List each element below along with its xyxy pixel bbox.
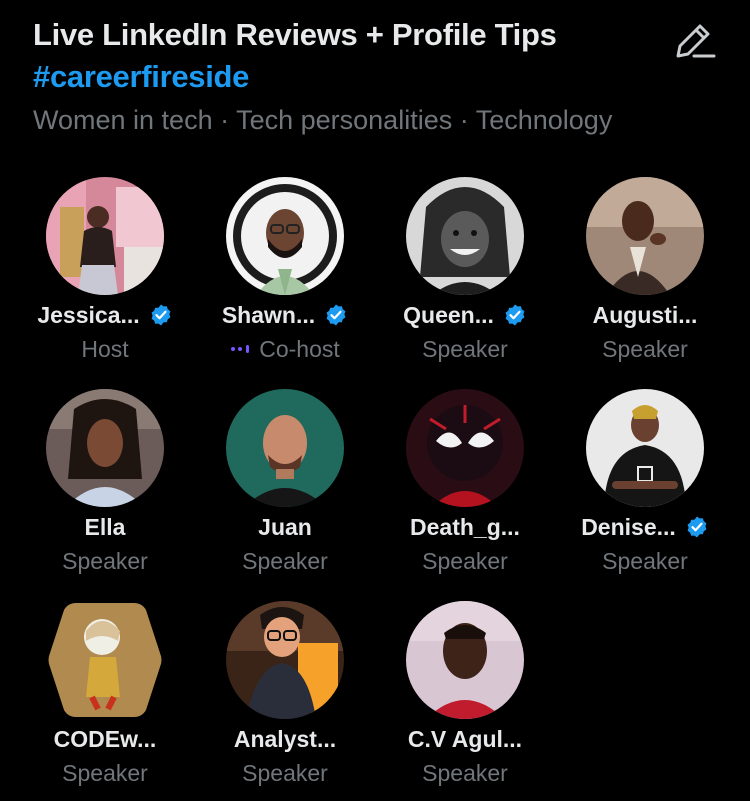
participant-10[interactable]: Analyst... Speaker	[195, 601, 375, 801]
participant-3[interactable]: Queen... Speaker	[375, 177, 555, 377]
participant-name: CODEw...	[53, 725, 157, 752]
avatar	[226, 389, 344, 507]
participant-role: Speaker	[422, 759, 508, 786]
participant-name: Queen...	[403, 301, 494, 328]
participant-2[interactable]: Shawn... Co-host	[195, 177, 375, 377]
participant-role: Speaker	[242, 547, 328, 574]
participant-9[interactable]: CODEw... Speaker	[15, 601, 195, 801]
participant-role: Speaker	[62, 759, 148, 786]
participant-role: Speaker	[602, 547, 688, 574]
participant-name: Shawn...	[221, 301, 316, 328]
participant-name: Death_g...	[410, 513, 520, 540]
participant-role: Speaker	[602, 335, 688, 362]
participant-name: C.V Agul...	[407, 725, 523, 752]
participant-role: Co-host	[259, 335, 340, 362]
verified-badge-icon	[505, 304, 525, 326]
participant-6[interactable]: Juan Speaker	[195, 389, 375, 589]
participant-1[interactable]: Jessica... Host	[15, 177, 195, 377]
avatar	[406, 601, 524, 719]
participant-role: Speaker	[242, 759, 328, 786]
participant-role: Speaker	[422, 547, 508, 574]
avatar	[46, 389, 164, 507]
participant-11[interactable]: C.V Agul... Speaker	[375, 601, 555, 801]
participant-name: Ella	[84, 513, 126, 540]
avatar	[586, 389, 704, 507]
participants-grid: Jessica... Host Shawn... Co-host Queen..…	[0, 0, 750, 797]
participant-8[interactable]: Denise... Speaker	[555, 389, 735, 589]
participant-role: Speaker	[422, 335, 508, 362]
avatar	[586, 177, 704, 295]
participant-name: Jessica...	[37, 301, 140, 328]
avatar	[226, 601, 344, 719]
verified-badge-icon	[687, 516, 707, 538]
avatar	[406, 389, 524, 507]
participant-name: Analyst...	[233, 725, 337, 752]
participant-name: Augusti...	[592, 301, 698, 328]
avatar	[46, 601, 164, 719]
verified-badge-icon	[151, 304, 171, 326]
speaking-indicator-icon	[231, 345, 250, 353]
verified-badge-icon	[326, 304, 346, 326]
avatar	[226, 177, 344, 295]
participant-4[interactable]: Augusti... Speaker	[555, 177, 735, 377]
participant-5[interactable]: Ella Speaker	[15, 389, 195, 589]
participant-role: Host	[81, 335, 129, 362]
participant-name: Denise...	[581, 513, 676, 540]
participant-role: Speaker	[62, 547, 148, 574]
avatar	[46, 177, 164, 295]
avatar	[406, 177, 524, 295]
participant-7[interactable]: Death_g... Speaker	[375, 389, 555, 589]
participant-name: Juan	[258, 513, 312, 540]
